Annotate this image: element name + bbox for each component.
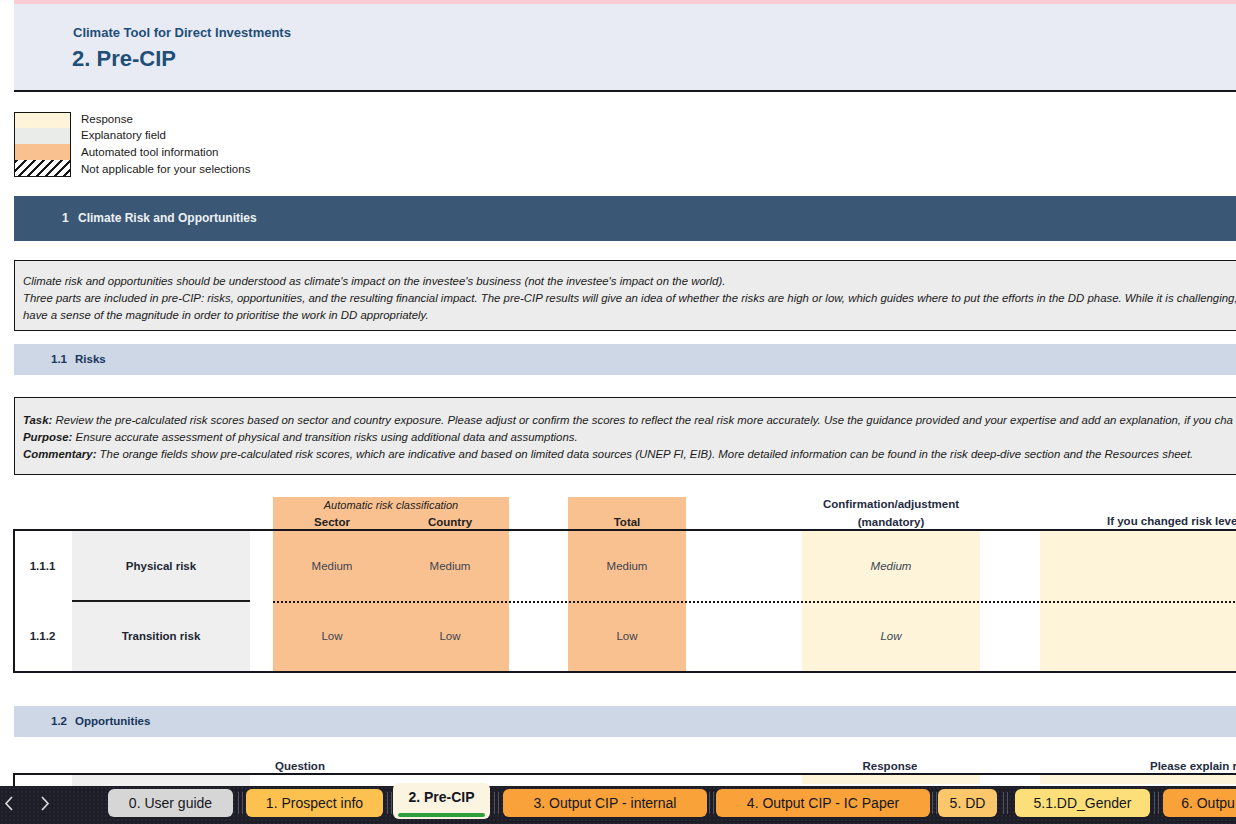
legend-swatch-explanatory [14,128,71,145]
tab-separator [709,792,710,814]
row-2-sector-value: Low [273,630,391,642]
response-column-header: Response [830,760,950,772]
row-2-country-value: Low [391,630,509,642]
auto-risk-classification-label: Automatic risk classification [273,499,509,511]
row-2-label: Transition risk [72,630,250,642]
opps-explain-cell[interactable] [1040,775,1236,784]
column-header-sector: Sector [273,516,391,528]
section-1-title: Climate Risk and Opportunities [78,211,257,225]
opps-response-cell[interactable] [802,775,980,784]
tab-separator [1003,792,1004,814]
tab-separator [936,792,937,814]
total-column-header-cell: Total [568,497,686,529]
section-1-1-header: 1.1 Risks [14,344,1236,375]
table-border-left [13,529,15,673]
active-tab-underline [398,813,485,817]
explain-column-header: Please explain r [1150,760,1236,772]
tab-separator [391,792,392,814]
page-title: 2. Pre-CIP [72,46,176,72]
section-1-number: 1 [62,211,69,225]
row-2-confirmation-value[interactable]: Low [802,630,980,642]
tab-separator [1158,792,1159,814]
tab-separator [498,792,499,814]
sheet-tab-dd-gender[interactable]: 5.1.DD_Gender [1015,789,1150,817]
column-header-total: Total [568,516,686,528]
section-1-2-number: 1.2 [51,715,67,727]
section-1-2-header: 1.2 Opportunities [14,706,1236,737]
legend-label-automated: Automated tool information [81,146,218,158]
guidance-commentary: Commentary: The orange fields show pre-c… [23,446,1236,463]
risks-guidance-box: Task: Review the pre-calculated risk sco… [14,397,1236,475]
section-1-1-number: 1.1 [51,353,67,365]
scroll-tabs-right-button[interactable] [36,795,52,812]
intro-line-1: Climate risk and opportunities should be… [23,273,1236,290]
legend-swatch-response [14,112,71,129]
row-2-total-value: Low [568,630,686,642]
opps-table-border-left [13,773,15,786]
row-1-total-value: Medium [568,560,686,572]
legend-label-response: Response [81,113,133,125]
legend-swatch-not-applicable [14,160,71,177]
legend-label-explanatory: Explanatory field [81,129,166,141]
row-1-id: 1.1.1 [13,560,72,572]
row-1-country-value: Medium [391,560,509,572]
app-title: Climate Tool for Direct Investments [73,25,291,40]
sheet-tab-user-guide[interactable]: 0. User guide [108,789,233,817]
table-border-top [13,529,1236,531]
tab-separator [238,792,239,814]
auto-risk-classification-header: Automatic risk classification Sector Cou… [273,497,509,529]
tab-separator [494,792,495,814]
scroll-tabs-left-button[interactable] [2,795,18,812]
sheet-tab-prospect-info[interactable]: 1. Prospect info [246,789,383,817]
workbook-header [14,4,1236,92]
guidance-purpose: Purpose: Ensure accurate assessment of p… [23,429,1236,446]
row-1-sector-value: Medium [273,560,391,572]
row-1-label: Physical risk [72,560,250,572]
sheet-tab-output-cip-ic-paper[interactable]: 4. Output CIP - IC Paper [716,789,930,817]
column-header-country: Country [391,516,509,528]
tab-separator [242,792,243,814]
section-1-header: 1 Climate Risk and Opportunities [14,196,1236,241]
intro-line-2: Three parts are included in pre-CIP: ris… [23,290,1236,307]
opps-question-cell [72,775,250,786]
tab-separator [1007,792,1008,814]
tab-separator [387,792,388,814]
row-divider-dotted [273,601,1236,603]
guidance-task: Task: Review the pre-calculated risk sco… [23,412,1236,429]
sheet-tab-pre-cip[interactable]: 2. Pre-CIP [393,783,490,819]
sheet-tab-5-dd[interactable]: 5. DD [938,789,997,817]
if-changed-column-header: If you changed risk level [1107,515,1236,527]
intro-line-3: have a sense of the magnitude in order t… [23,307,1236,324]
tab-separator [932,792,933,814]
sheet-tab-output-cip-internal[interactable]: 3. Output CIP - internal [503,789,707,817]
tab-separator [713,792,714,814]
row-divider-solid [72,600,250,602]
section-1-1-title: Risks [75,353,106,365]
sheet-tab-6-output[interactable]: 6. Outpu [1163,789,1236,817]
tab-separator [1154,792,1155,814]
question-column-header: Question [240,760,360,772]
table-border-bottom [13,671,1236,673]
row-1-confirmation-value[interactable]: Medium [802,560,980,572]
confirmation-column-header: Confirmation/adjustment (mandatory) [802,497,980,529]
legend-label-not-applicable: Not applicable for your selections [81,163,250,175]
row-2-id: 1.1.2 [13,630,72,642]
section-1-2-title: Opportunities [75,715,150,727]
legend-swatch-automated [14,144,71,161]
section-1-intro-box: Climate risk and opportunities should be… [14,260,1236,331]
